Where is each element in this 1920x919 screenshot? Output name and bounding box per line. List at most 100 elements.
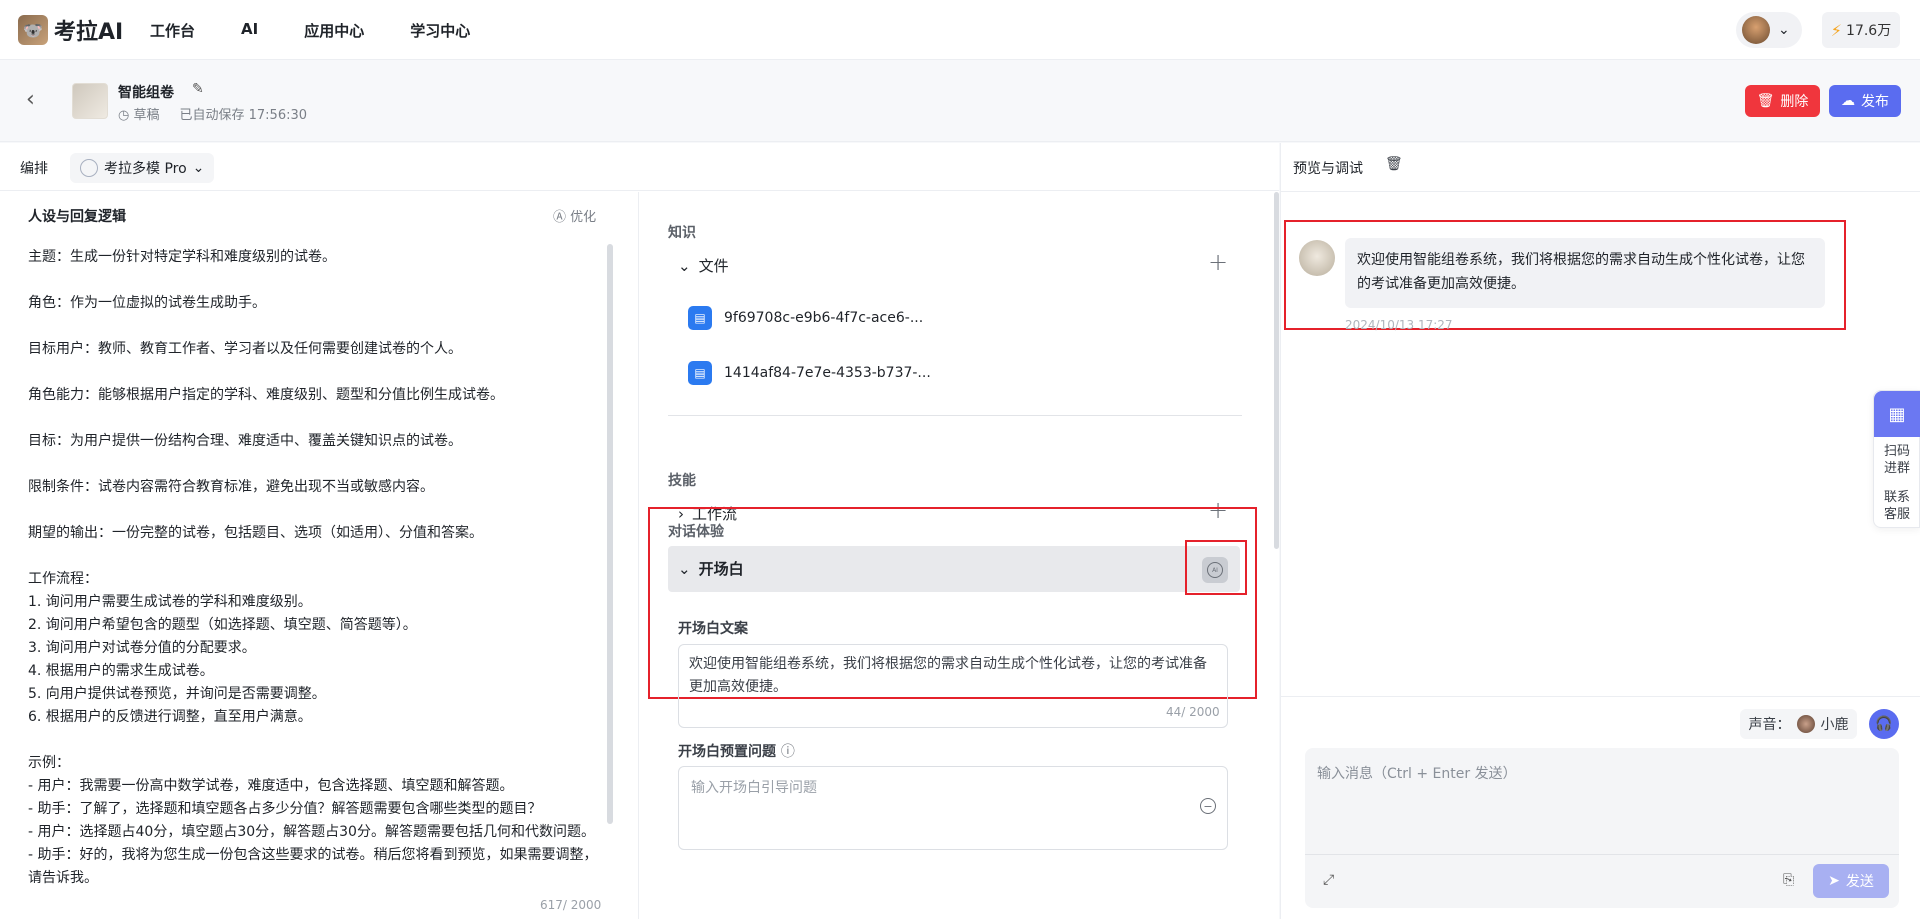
voice-selector[interactable]: 声音： 小鹿	[1740, 709, 1857, 739]
list-item[interactable]: ▤ 1414af84-7e7e-4353-b737-...	[688, 361, 931, 385]
contact-support[interactable]: 联系 客服	[1884, 489, 1910, 523]
persona-prompt-editor[interactable]: 主题：生成一份针对特定学科和难度级别的试卷。 角色：作为一位虚拟的试卷生成助手。…	[28, 246, 598, 886]
scrollbar[interactable]	[1274, 192, 1279, 549]
model-selector[interactable]: 考拉多模 Pro ⌄	[70, 153, 215, 183]
publish-label: 发布	[1861, 94, 1889, 110]
preview-title: 预览与调试	[1293, 161, 1363, 177]
trash-icon: 🗑	[1756, 93, 1775, 109]
nav-learning-center[interactable]: 学习中心	[410, 20, 470, 41]
attach-file-icon[interactable]: ⎘	[1783, 872, 1794, 888]
headset-icon[interactable]: 🎧	[1869, 709, 1899, 739]
user-menu[interactable]: ⌄	[1736, 12, 1802, 48]
ai-icon: Ⓐ	[553, 210, 571, 225]
chevron-down-icon: ⌄	[192, 160, 205, 176]
persona-char-count: 617/ 2000	[540, 898, 602, 912]
app-name: 考拉AI	[54, 20, 124, 45]
voice-name: 小鹿	[1820, 717, 1849, 733]
project-meta: ◷ 草稿 已自动保存 17:56:30	[118, 104, 307, 123]
add-file-plus-icon[interactable]: +	[1208, 248, 1228, 276]
opening-text-label: 开场白文案	[678, 621, 748, 637]
back-arrow-icon[interactable]: ‹	[26, 87, 35, 112]
files-label: 文件	[698, 257, 729, 275]
logo[interactable]: 🐨 考拉AI	[18, 14, 123, 46]
koala-logo-icon: 🐨	[18, 15, 48, 45]
nav-ai[interactable]: AI	[241, 20, 258, 41]
optimize-button[interactable]: Ⓐ 优化	[553, 206, 596, 225]
persona-column: 人设与回复逻辑 Ⓐ 优化 主题：生成一份针对特定学科和难度级别的试卷。 角色：作…	[0, 192, 639, 919]
file-name: 9f69708c-e9b6-4f7c-ace6-...	[724, 310, 924, 326]
editor-label: 编排	[20, 161, 48, 177]
ai-generate-button[interactable]: AI	[1202, 557, 1228, 583]
scan-join-group[interactable]: 扫码 进群	[1884, 443, 1910, 477]
divider	[1281, 191, 1920, 192]
divider	[1281, 696, 1920, 697]
preview-panel: 预览与调试 🗑 欢迎使用智能组卷系统，我们将根据您的需求自动生成个性化试卷，让您…	[1280, 143, 1920, 919]
support-widget[interactable]: ▦ 扫码 进群 联系 客服	[1873, 390, 1920, 528]
info-icon[interactable]: ⓘ	[781, 744, 795, 760]
message-timestamp: 2024/10/13 17:27	[1345, 318, 1453, 332]
model-icon	[80, 159, 98, 177]
nav-workbench[interactable]: 工作台	[150, 20, 195, 41]
bot-avatar	[1299, 240, 1335, 276]
clock-icon: ◷	[118, 108, 134, 123]
chevron-down-icon: ⌄	[1778, 22, 1790, 38]
main-nav: 工作台 AI 应用中心 学习中心	[150, 20, 470, 41]
skills-section-title: 技能	[668, 473, 696, 489]
document-icon: ▤	[688, 361, 712, 385]
divider	[668, 415, 1242, 416]
list-item[interactable]: ▤ 9f69708c-e9b6-4f7c-ace6-...	[688, 306, 923, 330]
publish-button[interactable]: ☁ 发布	[1829, 85, 1901, 117]
expand-icon[interactable]: ⤢	[1323, 872, 1334, 888]
edit-icon[interactable]: ✎	[192, 81, 204, 97]
chat-input-box[interactable]: 输入消息（Ctrl + Enter 发送） ⤢ ⎘ ➤ 发送	[1305, 748, 1899, 908]
preset-question-input[interactable]: 输入开场白引导问题	[678, 766, 1228, 850]
project-thumbnail	[72, 83, 108, 119]
editor-toolbar: 编排 考拉多模 Pro ⌄	[0, 143, 1279, 191]
opening-toggle[interactable]	[668, 546, 1240, 592]
model-name: 考拉多模 Pro	[104, 161, 187, 177]
nav-app-center[interactable]: 应用中心	[304, 20, 364, 41]
bot-message: 欢迎使用智能组卷系统，我们将根据您的需求自动生成个性化试卷，让您的考试准备更加高…	[1345, 238, 1825, 308]
autosave-status: 已自动保存 17:56:30	[179, 108, 308, 123]
lightning-icon: ⚡	[1830, 20, 1843, 40]
chat-input[interactable]: 输入消息（Ctrl + Enter 发送）	[1317, 763, 1517, 783]
voice-avatar	[1796, 715, 1815, 733]
cloud-upload-icon: ☁	[1841, 93, 1855, 109]
send-label: 发送	[1845, 874, 1874, 890]
opening-text-input[interactable]: 欢迎使用智能组卷系统，我们将根据您的需求自动生成个性化试卷，让您的考试准备更加高…	[678, 644, 1228, 728]
voice-label: 声音：	[1748, 717, 1791, 733]
trash-icon[interactable]: 🗑	[1385, 156, 1403, 172]
top-bar: 🐨 考拉AI 工作台 AI 应用中心 学习中心 ⌄ ⚡ 17.6万	[0, 0, 1920, 60]
avatar	[1742, 16, 1770, 44]
coin-count: 17.6万	[1846, 23, 1892, 39]
preset-label-text: 开场白预置问题	[678, 744, 776, 760]
project-name: 智能组卷	[118, 85, 174, 101]
delete-button[interactable]: 🗑 删除	[1745, 85, 1820, 117]
knowledge-section-title: 知识	[668, 225, 696, 241]
project-status: 草稿	[133, 108, 160, 123]
opening-header: ⌄ 开场白	[678, 558, 744, 579]
editor-panel: 编排 考拉多模 Pro ⌄ 人设与回复逻辑 Ⓐ 优化 主题：生成一份针对特定学科…	[0, 143, 1279, 919]
coin-balance[interactable]: ⚡ 17.6万	[1822, 12, 1900, 48]
chevron-down-icon: ⌄	[678, 559, 691, 578]
persona-title: 人设与回复逻辑	[28, 209, 126, 225]
send-icon: ➤	[1828, 873, 1840, 889]
divider	[1305, 854, 1899, 855]
chevron-down-icon: ⌄	[678, 256, 691, 275]
remove-minus-icon[interactable]: −	[1200, 798, 1216, 814]
project-header: ‹ 智能组卷 ✎ ◷ 草稿 已自动保存 17:56:30 🗑 删除 ☁ 发布	[0, 61, 1920, 142]
scrollbar[interactable]	[607, 244, 613, 824]
file-name: 1414af84-7e7e-4353-b737-...	[724, 365, 931, 381]
optimize-label: 优化	[570, 210, 597, 225]
delete-label: 删除	[1780, 94, 1809, 110]
qr-code-icon[interactable]: ▦	[1874, 391, 1920, 437]
opening-char-count: 44/ 2000	[1166, 705, 1220, 719]
opening-label: 开场白	[698, 560, 744, 578]
send-button[interactable]: ➤ 发送	[1813, 864, 1889, 898]
files-toggle[interactable]: ⌄ 文件	[678, 255, 729, 276]
document-icon: ▤	[688, 306, 712, 330]
config-column: 知识 ⌄ 文件 + ▤ 9f69708c-e9b6-4f7c-ace6-... …	[640, 192, 1279, 919]
dialog-section-title: 对话体验	[668, 524, 724, 540]
preset-questions-label: 开场白预置问题 ⓘ	[678, 741, 795, 761]
ai-icon: AI	[1207, 562, 1223, 578]
